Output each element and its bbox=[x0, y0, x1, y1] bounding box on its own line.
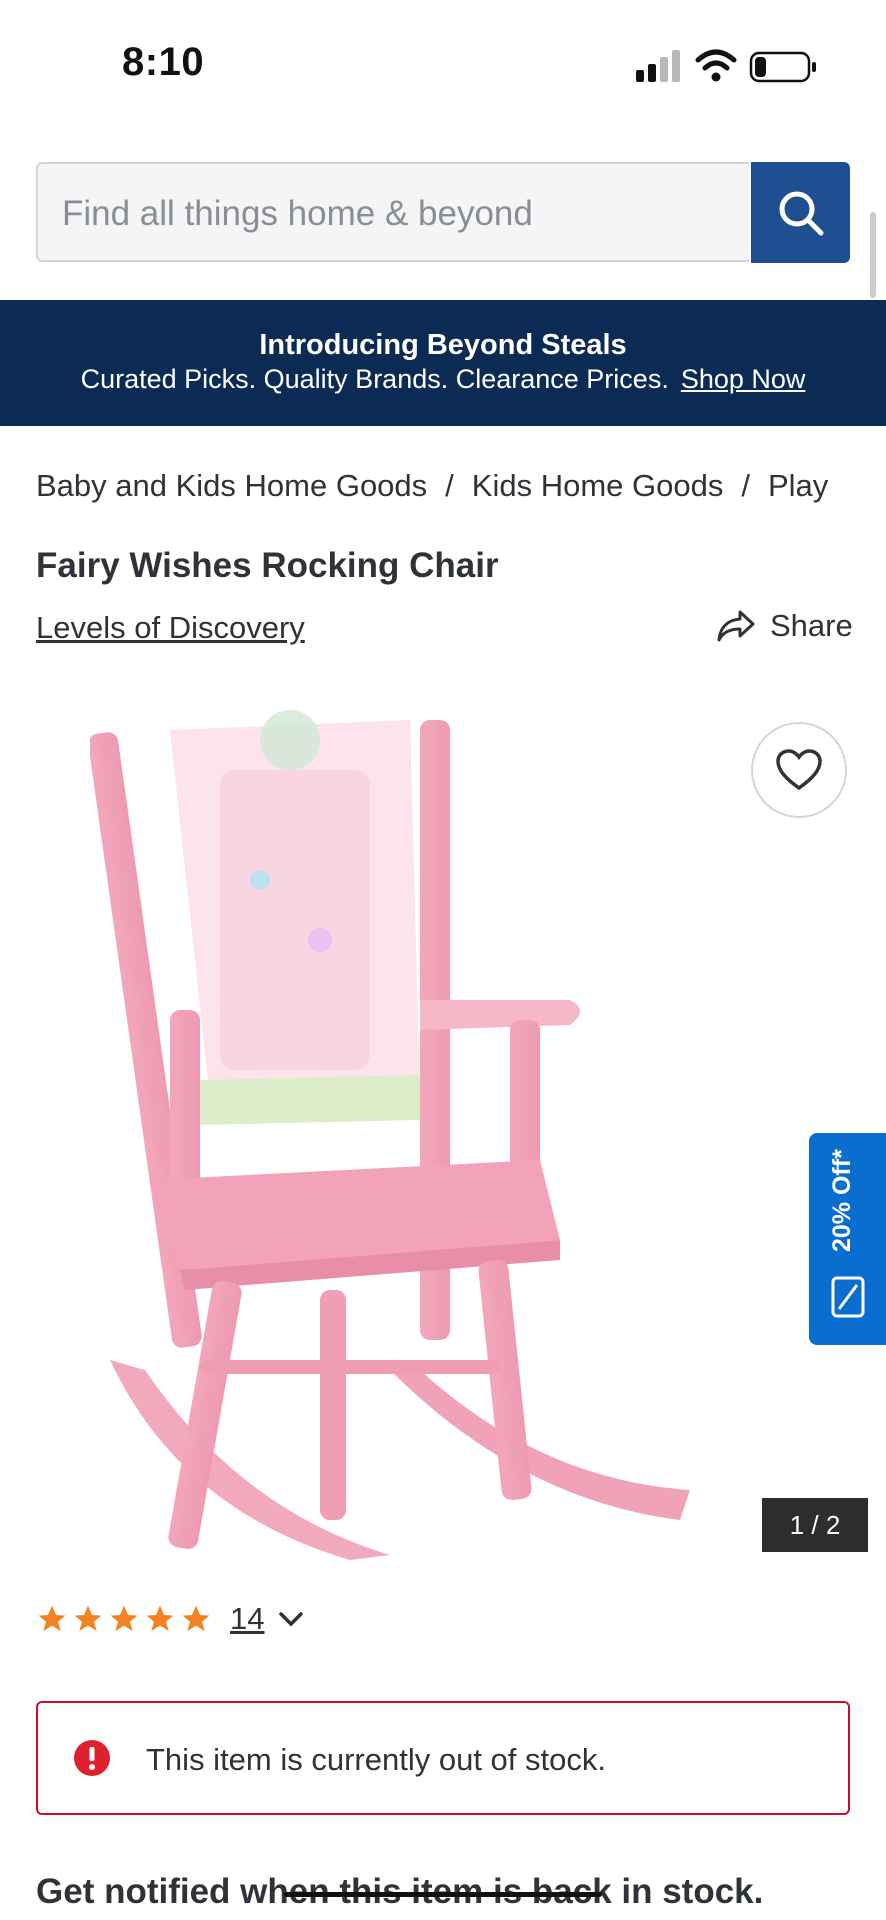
star-icon bbox=[182, 1605, 210, 1631]
review-count-link[interactable]: 14 bbox=[230, 1601, 264, 1637]
banner-subtitle: Curated Picks. Quality Brands. Clearance… bbox=[0, 364, 886, 395]
search-button[interactable] bbox=[751, 162, 850, 263]
out-of-stock-message: This item is currently out of stock. bbox=[146, 1742, 606, 1777]
favorite-button[interactable] bbox=[751, 722, 847, 818]
coupon-icon bbox=[831, 1276, 865, 1318]
share-label: Share bbox=[770, 608, 853, 643]
rating[interactable]: 14 bbox=[36, 1601, 304, 1637]
search-icon bbox=[779, 191, 823, 235]
wifi-icon bbox=[695, 49, 737, 82]
status-icons bbox=[636, 49, 816, 83]
signal-icon bbox=[636, 50, 680, 82]
banner-subtitle-text: Curated Picks. Quality Brands. Clearance… bbox=[80, 364, 669, 394]
discount-tab-label: 20% Off* bbox=[828, 1149, 856, 1252]
star-icon bbox=[38, 1605, 66, 1631]
page-title: Fairy Wishes Rocking Chair bbox=[36, 546, 499, 585]
breadcrumb-item-play[interactable]: Play bbox=[768, 468, 828, 503]
breadcrumb-item-kids-home[interactable]: Kids Home Goods bbox=[472, 468, 724, 503]
battery-icon bbox=[749, 51, 816, 83]
breadcrumb-separator: / bbox=[445, 468, 454, 503]
share-button[interactable]: Share bbox=[716, 608, 853, 644]
banner-title: Introducing Beyond Steals bbox=[259, 329, 627, 361]
alert-icon bbox=[74, 1740, 110, 1776]
scrollbar[interactable] bbox=[870, 212, 876, 298]
star-icon bbox=[74, 1605, 102, 1631]
heart-icon bbox=[776, 749, 822, 791]
shop-now-link[interactable]: Shop Now bbox=[681, 364, 806, 394]
breadcrumb-item-baby-kids[interactable]: Baby and Kids Home Goods bbox=[36, 468, 427, 503]
pink-rocking-chair-image[interactable] bbox=[90, 680, 810, 1580]
scroll-handle[interactable] bbox=[284, 1892, 602, 1897]
promo-banner bbox=[0, 300, 886, 426]
status-time: 8:10 bbox=[122, 40, 205, 84]
star-icon bbox=[110, 1605, 138, 1631]
chevron-down-icon[interactable] bbox=[278, 1610, 304, 1628]
share-icon bbox=[717, 610, 755, 642]
image-counter: 1 / 2 bbox=[762, 1498, 868, 1552]
breadcrumb: Baby and Kids Home Goods / Kids Home Goods… bbox=[36, 468, 860, 504]
star-icon bbox=[146, 1605, 174, 1631]
breadcrumb-separator: / bbox=[741, 468, 750, 503]
search-placeholder: Find all things home & beyond bbox=[62, 194, 533, 233]
brand-link[interactable]: Levels of Discovery bbox=[36, 610, 305, 646]
